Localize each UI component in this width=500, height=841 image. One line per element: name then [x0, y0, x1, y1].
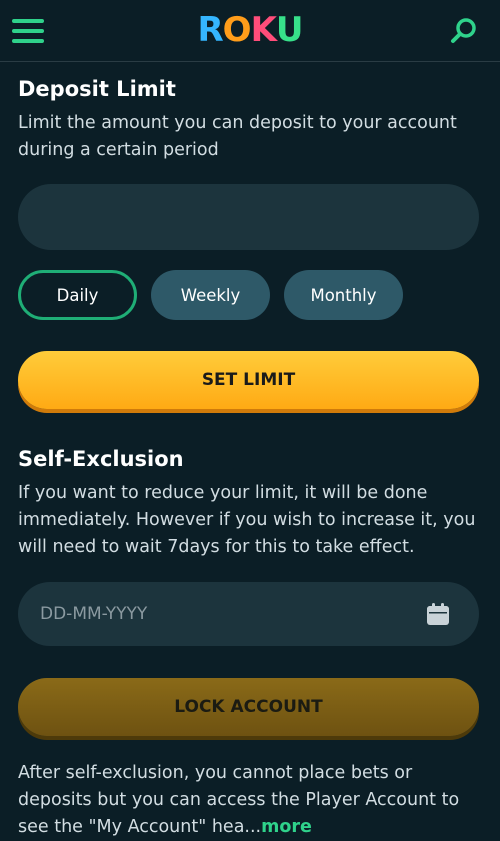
calendar-icon[interactable]: [426, 602, 450, 626]
self-exclusion-description: If you want to reduce your limit, it wil…: [18, 483, 476, 557]
deposit-limit-description: Limit the amount you can deposit to your…: [18, 113, 457, 160]
logo-letter-r: R: [197, 10, 223, 50]
period-weekly-button[interactable]: Weekly: [151, 270, 270, 320]
more-link[interactable]: more: [261, 817, 312, 837]
footer-text-body: After self-exclusion, you cannot place b…: [18, 763, 460, 837]
lock-account-button[interactable]: LOCK ACCOUNT: [18, 678, 479, 736]
deposit-limit-title: Deposit Limit: [18, 77, 176, 101]
set-limit-button[interactable]: SET LIMIT: [18, 351, 479, 409]
top-header: R O K U: [0, 0, 500, 62]
deposit-amount-input[interactable]: [18, 184, 479, 250]
self-exclusion-footer-text: After self-exclusion, you cannot place b…: [18, 760, 488, 841]
roku-logo[interactable]: R O K U: [197, 8, 304, 52]
hamburger-menu-icon[interactable]: [12, 14, 48, 48]
self-exclusion-title: Self-Exclusion: [18, 447, 184, 471]
logo-letter-o: O: [222, 10, 252, 50]
period-monthly-button[interactable]: Monthly: [284, 270, 403, 320]
date-placeholder: DD-MM-YYYY: [40, 604, 148, 624]
period-daily-button[interactable]: Daily: [18, 270, 137, 320]
exclusion-date-input[interactable]: DD-MM-YYYY: [18, 582, 479, 646]
logo-letter-k: K: [250, 10, 277, 50]
logo-letter-u: U: [275, 10, 304, 50]
search-icon[interactable]: [446, 14, 482, 50]
